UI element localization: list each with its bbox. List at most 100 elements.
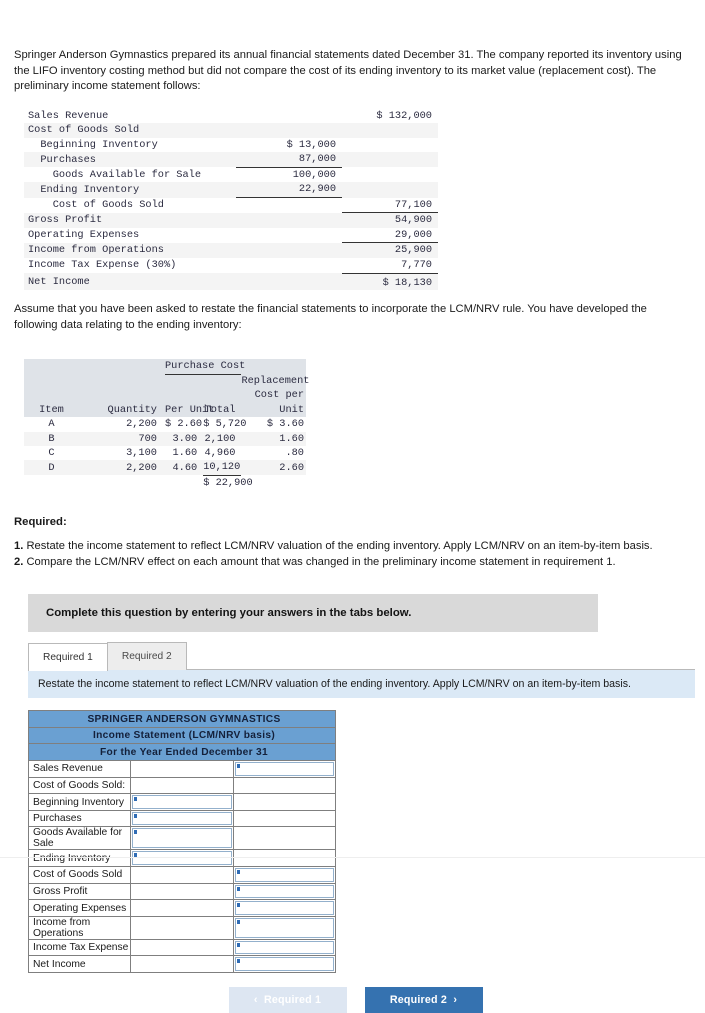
- purchase-cost-item: A: [48, 418, 55, 431]
- statement-row-value-1: 100,000: [292, 168, 336, 181]
- preliminary-statement-body: Sales Revenue $ 132,000 Cost of Goods Sold…: [24, 109, 438, 291]
- purchase-cost-replacement: .80: [285, 447, 304, 460]
- next-required-button[interactable]: Required 2 ›: [364, 987, 483, 1013]
- answer-row-right-cell[interactable]: [232, 760, 337, 778]
- replacement-header-line1: Replacement: [24, 374, 309, 389]
- answer-row-label: Net Income: [27, 955, 132, 973]
- statement-type-header: Income Statement (LCM/NRV basis): [28, 726, 336, 745]
- answer-table-body: Sales Revenue Cost of Goods Sold: Beginnin…: [27, 760, 337, 973]
- company-name-header: SPRINGER ANDERSON GYMNASTICS: [28, 710, 336, 728]
- purchase-cost-body: A 2,200 $ 2.60 $ 5,720 $ 3.60 B 700 3.00 2,100 1.…: [24, 417, 306, 490]
- answer-table-row: Income from Operations: [27, 915, 337, 940]
- amount-input[interactable]: [234, 868, 334, 882]
- answer-row-label: Income Tax Expense: [27, 938, 132, 957]
- statement-row-label: Beginning Inventory: [28, 138, 158, 151]
- statement-row-value-2: $ 132,000: [376, 109, 432, 122]
- purchase-cost-group-header-row: Purchase Cost: [24, 359, 306, 375]
- amount-input[interactable]: [132, 851, 232, 866]
- amount-input[interactable]: [234, 957, 334, 971]
- answer-row-label: Goods Available for Sale: [27, 826, 132, 851]
- required-item-text: Restate the income statement to reflect …: [23, 540, 653, 553]
- purchase-cost-replacement: $ 3.60: [266, 418, 304, 431]
- answer-table-row: Ending Inventory: [27, 849, 337, 868]
- answer-row-middle-cell[interactable]: [130, 809, 234, 828]
- amount-input[interactable]: [234, 901, 334, 915]
- answer-row-middle-cell: [130, 882, 234, 901]
- statement-row-value-1: [236, 243, 342, 258]
- answer-row-label: Cost of Goods Sold: [27, 866, 132, 884]
- statement-row-value-1: [236, 198, 342, 213]
- amount-input[interactable]: [132, 828, 232, 849]
- purchase-cost-total: 4,960: [204, 447, 236, 460]
- answer-table-row: Operating Expenses: [27, 899, 337, 917]
- statement-row: Operating Expenses 29,000: [24, 227, 438, 244]
- amount-input[interactable]: [132, 795, 232, 809]
- purchase-cost-row: D 2,200 4.60 10,120 2.60: [24, 460, 306, 476]
- amount-input[interactable]: [234, 940, 334, 955]
- answer-row-middle-cell: [130, 760, 234, 778]
- statement-row: Cost of Goods Sold 77,100: [24, 197, 438, 214]
- answer-row-label: Operating Expenses: [27, 899, 132, 917]
- statement-row-value-1: [236, 228, 342, 243]
- answer-row-right-cell[interactable]: [232, 915, 337, 940]
- replacement-header-line2: Cost per: [24, 388, 306, 403]
- tab-required-1[interactable]: Required 1: [28, 643, 108, 672]
- chevron-right-icon: ›: [453, 994, 458, 1006]
- answer-row-right-cell: [232, 809, 337, 828]
- statement-row-value-2: $ 18,130: [382, 276, 432, 289]
- answer-table-row: Sales Revenue: [27, 760, 337, 778]
- answer-table-row: Income Tax Expense: [27, 938, 337, 957]
- tab-required-2[interactable]: Required 2: [106, 642, 187, 671]
- answer-row-right-cell: [232, 793, 337, 811]
- answer-row-right-cell: [232, 849, 337, 868]
- answer-row-right-cell[interactable]: [232, 866, 337, 884]
- replacement-label-2: Cost per: [241, 388, 306, 403]
- answer-row-right-cell[interactable]: [232, 955, 337, 973]
- statement-row: Ending Inventory 22,900: [24, 182, 438, 199]
- statement-row: Income from Operations 25,900: [24, 242, 438, 258]
- chevron-left-icon: ‹: [253, 994, 258, 1006]
- statement-row: Cost of Goods Sold: [24, 123, 438, 138]
- answer-row-right-cell[interactable]: [232, 899, 337, 917]
- purchase-cost-quantity: 2,200: [126, 461, 157, 474]
- required-item: 1. Restate the income statement to refle…: [14, 539, 691, 554]
- next-button-label: Required 2: [389, 994, 448, 1006]
- answer-row-middle-cell[interactable]: [130, 849, 234, 868]
- period-header: For the Year Ended December 31: [28, 743, 336, 762]
- previous-required-button[interactable]: ‹ Required 1: [228, 987, 347, 1013]
- amount-input[interactable]: [234, 884, 334, 899]
- statement-row: Goods Available for Sale 100,000: [24, 167, 438, 182]
- answer-row-label: Ending Inventory: [27, 849, 132, 868]
- purchase-cost-quantity: 700: [138, 432, 157, 445]
- answer-row-middle-cell[interactable]: [130, 826, 234, 851]
- purchase-cost-total: 2,100: [204, 432, 236, 445]
- purchase-cost-row: B 700 3.00 2,100 1.60: [24, 431, 306, 447]
- purchase-cost-quantity: 2,200: [126, 418, 157, 431]
- navigation-buttons: ‹ Required 1 Required 2 ›: [14, 987, 691, 1013]
- answer-row-right-cell[interactable]: [232, 882, 337, 901]
- intro-paragraph-2: Assume that you have been asked to resta…: [14, 303, 647, 331]
- statement-row-value-2: [342, 182, 438, 197]
- answer-row-middle-cell[interactable]: [130, 793, 234, 811]
- statement-row: Purchases 87,000: [24, 152, 438, 168]
- statement-row-label: Sales Revenue: [28, 109, 109, 122]
- amount-input[interactable]: [234, 917, 334, 938]
- purchase-cost-item: D: [48, 461, 55, 474]
- answer-row-middle-cell: [130, 866, 234, 884]
- answer-row-right-cell[interactable]: [232, 938, 337, 957]
- amount-input[interactable]: [132, 811, 232, 826]
- complete-question-banner: Complete this question by entering your …: [28, 594, 598, 633]
- statement-row-value-2: [342, 152, 438, 167]
- footer-divider: [0, 857, 705, 858]
- answer-table-row: Goods Available for Sale: [27, 826, 337, 851]
- statement-row-value-1: 22,900: [236, 182, 342, 199]
- answer-row-middle-cell: [130, 938, 234, 957]
- amount-input[interactable]: [234, 762, 334, 776]
- statement-row: Net Income $ 18,130: [24, 273, 438, 291]
- answer-row-label: Purchases: [27, 809, 132, 828]
- purchase-cost-row: C 3,100 1.60 4,960 .80: [24, 446, 306, 460]
- purchase-cost-per-unit: $ 2.60: [164, 418, 203, 431]
- statement-row-label: Net Income: [28, 276, 90, 289]
- tab-bar: Required 1 Required 2: [28, 641, 691, 672]
- required-heading: Required:: [14, 516, 67, 529]
